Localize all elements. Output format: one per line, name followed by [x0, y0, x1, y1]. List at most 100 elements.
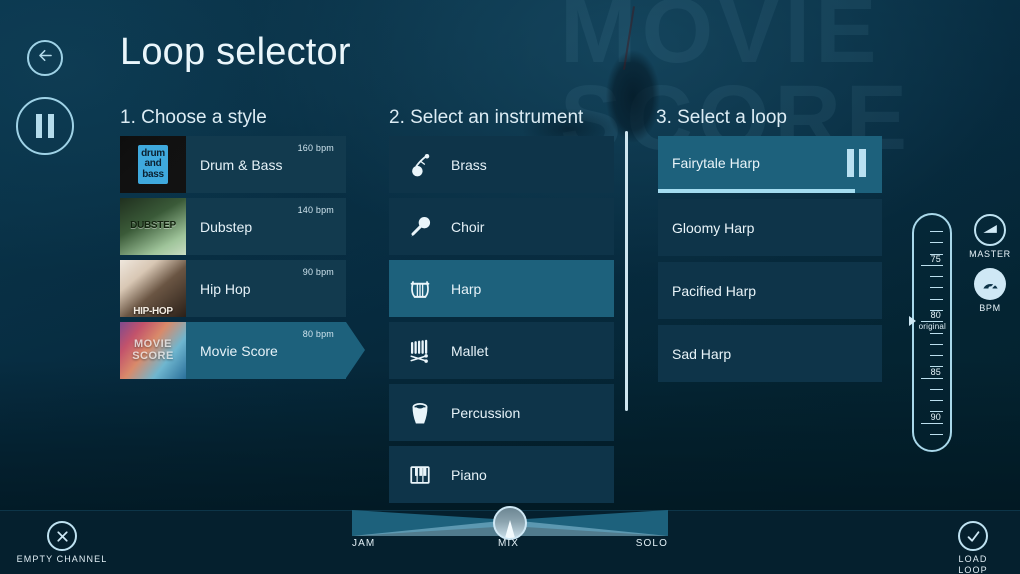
style-thumbnail: HIP-HOP [120, 260, 186, 317]
style-bpm-badge: 90 bpm [302, 267, 334, 277]
style-bpm-badge: 140 bpm [297, 205, 334, 215]
brass-horn-icon [389, 151, 451, 179]
bpm-tick-minor [930, 434, 943, 435]
back-arrow-icon [36, 46, 55, 70]
loop-item-label: Pacified Harp [672, 282, 757, 299]
style-thumbnail: MOVIE SCORE [120, 322, 186, 379]
bpm-knob-label: BPM [979, 303, 1001, 313]
style-item-movie-score[interactable]: MOVIE SCORE Movie Score 80 bpm [120, 322, 365, 379]
bpm-tick-label: 85 [930, 366, 941, 377]
bpm-tick-minor [930, 298, 943, 300]
gauge-dial-icon [974, 268, 1006, 300]
instrument-item-harp[interactable]: Harp [389, 260, 614, 317]
bpm-tick-major [921, 422, 943, 424]
selection-chevron-icon [346, 322, 365, 378]
conga-drum-icon [389, 399, 451, 427]
style-item-label: Movie Score [200, 342, 278, 359]
master-knob-button[interactable]: MASTER [961, 214, 1019, 259]
style-thumbnail-text: MOVIE SCORE [132, 337, 174, 362]
style-list: drum and bass Drum & Bass 160 bpm DUBSTEP Du… [120, 136, 365, 384]
xylophone-icon [389, 337, 451, 365]
instrument-item-label: Harp [451, 280, 482, 297]
bpm-tick-minor [930, 400, 943, 402]
pause-icon[interactable] [847, 148, 866, 177]
style-thumbnail: drum and bass [120, 136, 186, 193]
jam-mix-solo-slider[interactable]: JAM MIX SOLO [352, 506, 668, 552]
style-thumbnail-text: drum and bass [138, 144, 168, 185]
loop-item-label: Gloomy Harp [672, 219, 755, 236]
bpm-tick-label: 75 [930, 253, 941, 264]
master-knob-label: MASTER [969, 249, 1011, 259]
style-item-label: Drum & Bass [200, 156, 283, 173]
style-bpm-badge: 80 bpm [302, 329, 334, 339]
loop-progress-fill [658, 189, 856, 193]
instrument-list-scrollbar[interactable] [625, 131, 628, 411]
loop-column-heading: 3. Select a loop [656, 107, 787, 128]
style-thumbnail-text: DUBSTEP [130, 220, 176, 232]
loop-item-gloomy-harp[interactable]: Gloomy Harp [658, 199, 882, 256]
bpm-tick-major [921, 264, 943, 266]
instrument-list: Brass Choir Harp Mallet Percussion Piano [389, 136, 614, 503]
back-button[interactable] [27, 40, 63, 76]
bpm-tick-sublabel: original [918, 322, 946, 332]
instrument-item-mallet[interactable]: Mallet [389, 322, 614, 379]
style-item-label: Hip Hop [200, 280, 251, 297]
loop-item-label: Fairytale Harp [672, 154, 760, 171]
style-item-drum-bass[interactable]: drum and bass Drum & Bass 160 bpm [120, 136, 346, 193]
bpm-tick-major [921, 377, 943, 379]
jam-label: JAM [352, 538, 376, 549]
load-loop-label: LOAD LOOP [958, 554, 988, 574]
style-item-label: Dubstep [200, 218, 253, 235]
check-circle-icon [958, 521, 988, 551]
style-item-hip-hop[interactable]: HIP-HOP Hip Hop 90 bpm [120, 260, 346, 317]
instrument-item-piano[interactable]: Piano [389, 446, 614, 503]
bpm-tempo-slider[interactable]: 75 80 original 85 90 [909, 213, 952, 452]
instrument-item-label: Piano [451, 466, 487, 483]
bpm-tick-minor [930, 287, 943, 289]
instrument-item-label: Percussion [451, 404, 521, 421]
style-item-dubstep[interactable]: DUBSTEP Dubstep 140 bpm [120, 198, 346, 255]
bpm-tick-label: 90 [930, 411, 941, 422]
harp-lyre-icon [389, 275, 451, 303]
bpm-tick-minor [930, 276, 943, 278]
bpm-knob-button[interactable]: BPM [961, 268, 1019, 313]
page-title: Loop selector [120, 31, 351, 73]
close-x-circle-icon [47, 521, 77, 551]
instrument-item-label: Brass [451, 156, 487, 173]
volume-wedge-icon [974, 214, 1006, 246]
loop-item-label: Sad Harp [672, 345, 732, 362]
bpm-tick-minor [930, 332, 943, 334]
style-column-heading: 1. Choose a style [120, 107, 267, 128]
style-bpm-badge: 160 bpm [297, 143, 334, 153]
bpm-tick-minor [930, 231, 943, 232]
instrument-item-choir[interactable]: Choir [389, 198, 614, 255]
instrument-column-heading: 2. Select an instrument [389, 107, 584, 128]
style-thumbnail: DUBSTEP [120, 198, 186, 255]
style-thumbnail-text: HIP-HOP [133, 305, 173, 317]
loop-item-sad-harp[interactable]: Sad Harp [658, 325, 882, 382]
bpm-tick-minor [930, 355, 943, 357]
pause-icon [36, 114, 54, 138]
microphone-icon [389, 213, 451, 241]
loop-list: Fairytale Harp Gloomy Harp Pacified Harp Sa… [658, 136, 882, 388]
loop-item-fairytale-harp[interactable]: Fairytale Harp [658, 136, 882, 189]
mix-label: MIX [498, 538, 520, 549]
jam-mix-solo-knob[interactable] [493, 506, 527, 540]
instrument-item-percussion[interactable]: Percussion [389, 384, 614, 441]
loop-selector-screen: MOVIE SCORE Loop selector 1. Choose a st… [0, 0, 1020, 574]
instrument-item-label: Choir [451, 218, 485, 235]
bpm-current-value-marker[interactable] [909, 316, 916, 327]
instrument-item-brass[interactable]: Brass [389, 136, 614, 193]
bpm-tick-minor [930, 388, 943, 390]
solo-label: SOLO [635, 538, 668, 549]
loop-item-pacified-harp[interactable]: Pacified Harp [658, 262, 882, 319]
bpm-tick-minor [930, 343, 943, 345]
bpm-tick-minor [930, 242, 943, 244]
load-loop-button[interactable]: LOAD LOOP [938, 521, 1008, 574]
transport-pause-button[interactable] [16, 97, 74, 155]
loop-progress-bar[interactable] [658, 189, 882, 193]
piano-keys-icon [389, 461, 451, 489]
bpm-tick-major [921, 321, 943, 323]
empty-channel-button[interactable]: EMPTY CHANNEL [12, 521, 112, 565]
jam-mix-solo-labels: JAM MIX SOLO [352, 538, 668, 549]
